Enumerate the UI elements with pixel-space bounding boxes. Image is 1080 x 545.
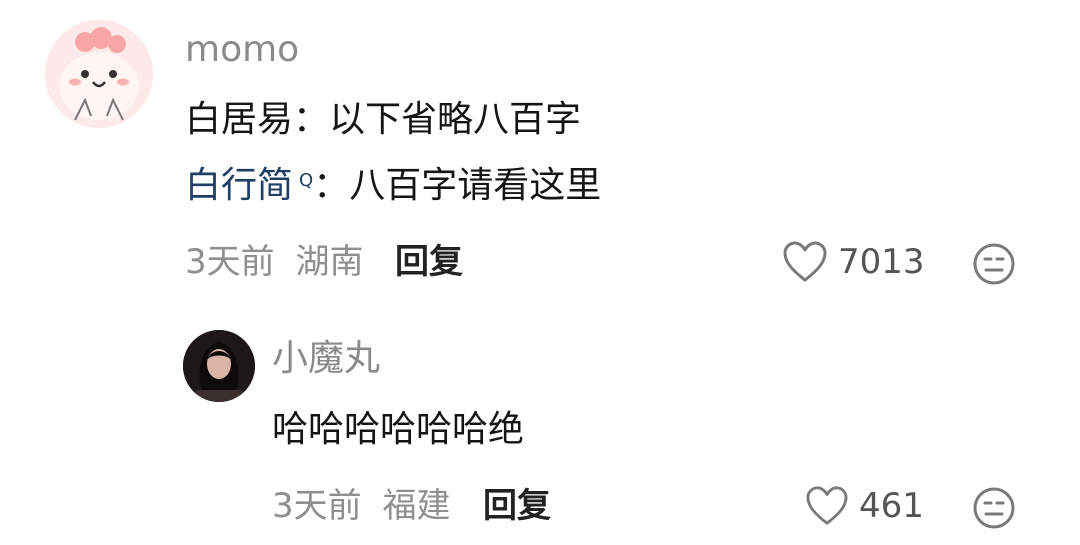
comment-time: 3天前	[272, 486, 362, 526]
reply-button[interactable]: 回复	[395, 245, 463, 279]
comment-location: 湖南	[295, 242, 364, 282]
heart-icon[interactable]	[782, 240, 828, 284]
comment-time: 3天前	[185, 242, 275, 282]
comment-location: 福建	[382, 486, 451, 526]
comment-text-tail: ：八百字请看这里	[313, 165, 602, 206]
search-icon[interactable]: Q	[299, 170, 313, 191]
meh-face-icon[interactable]	[972, 486, 1016, 530]
username[interactable]: 小魔丸	[272, 341, 380, 377]
like-count: 461	[859, 486, 924, 526]
like-count: 7013	[838, 242, 925, 282]
username[interactable]: momo	[185, 32, 299, 68]
comment-text: 白居易：以下省略八百字	[185, 99, 582, 140]
meh-face-icon[interactable]	[972, 242, 1016, 286]
avatar-image	[45, 20, 153, 128]
mention-link[interactable]: 白行简	[185, 165, 293, 206]
comment-text-line2: 白行简 Q：八百字请看这里	[185, 168, 601, 204]
avatar[interactable]	[45, 20, 153, 128]
comment-meta: 3天前 福建	[272, 489, 450, 523]
comment-text: 哈哈哈哈哈哈绝	[272, 409, 525, 450]
reply-button[interactable]: 回复	[483, 489, 551, 523]
heart-icon[interactable]	[805, 485, 849, 527]
avatar[interactable]	[183, 330, 255, 402]
comment-meta: 3天前 湖南	[185, 245, 363, 279]
avatar-image	[183, 330, 255, 402]
